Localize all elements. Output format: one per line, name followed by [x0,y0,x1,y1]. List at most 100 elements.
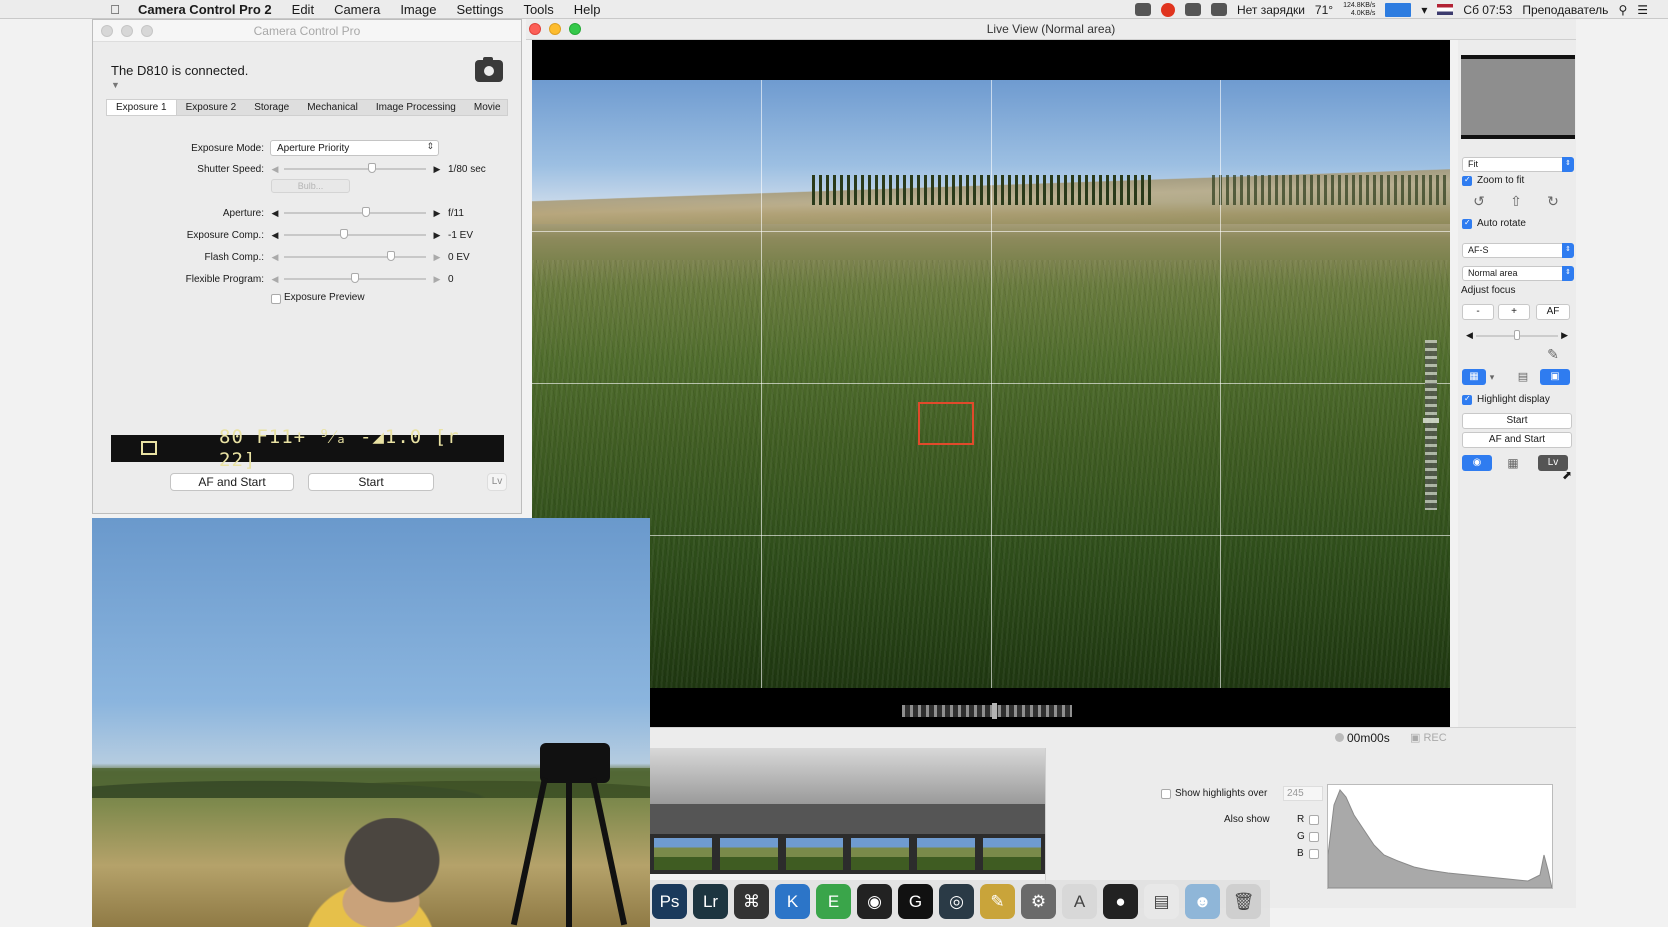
tab-storage[interactable]: Storage [245,100,298,115]
clock[interactable]: Сб 07:53 [1463,3,1512,17]
opera-icon[interactable] [1160,2,1175,17]
eyedropper-icon[interactable]: ✎ [1538,346,1568,362]
rotate-right-icon[interactable]: ↻ [1538,193,1568,209]
virtual-horizon-icon[interactable]: ▣ [1540,369,1570,385]
highlight-display-checkbox[interactable] [1462,394,1472,405]
decrement-arrow-icon[interactable]: ◀ [1466,330,1473,341]
decrement-arrow-icon[interactable]: ◀ [270,208,280,218]
decrement-arrow-icon[interactable]: ◀ [270,274,280,284]
user-name[interactable]: Преподаватель [1522,3,1608,17]
close-button[interactable] [529,23,541,35]
menu-camera[interactable]: Camera [324,2,390,17]
cloud-icon[interactable] [1184,3,1201,16]
zoom-button[interactable] [141,25,153,37]
auto-rotate-checkbox[interactable] [1462,218,1472,229]
document-icon[interactable]: ▤ [1144,884,1179,919]
lens-icon[interactable]: ◎ [939,884,974,919]
tab-mechanical[interactable]: Mechanical [298,100,367,115]
zoom-select[interactable]: Fit ⇕ [1462,157,1574,172]
slider-knob[interactable] [362,207,371,217]
increment-arrow-icon[interactable]: ▶ [432,230,442,240]
camera-app-icon[interactable]: ◉ [857,884,892,919]
channel-b-option[interactable]: B [1297,848,1319,859]
upload-icon[interactable]: ⇧ [1501,193,1531,209]
menu-edit[interactable]: Edit [282,2,324,17]
lightroom-icon[interactable]: Lr [693,884,728,919]
show-highlights-checkbox[interactable] [1161,789,1171,799]
thumbnail[interactable] [785,838,844,870]
slider-knob[interactable] [1514,330,1520,340]
movie-mode-icon[interactable]: ▦ [1498,455,1528,471]
flexible-program-slider[interactable]: ◀ ▶ [270,273,440,285]
wifi-icon[interactable]: ▾ [1421,3,1427,17]
overlay-icon[interactable]: ▤ [1508,369,1538,385]
tab-exposure-1[interactable]: Exposure 1 [107,100,177,115]
obs-icon[interactable]: ● [1103,884,1138,919]
screen-recorder-icon[interactable] [1134,3,1151,16]
tab-exposure-2[interactable]: Exposure 2 [177,100,246,115]
channel-r-checkbox[interactable] [1309,815,1319,825]
pdf-icon[interactable]: A [1062,884,1097,919]
menu-app-name[interactable]: Camera Control Pro 2 [132,2,282,17]
display-icon[interactable] [1385,2,1412,17]
slider-knob[interactable] [368,163,377,173]
increment-arrow-icon[interactable]: ▶ [432,164,442,174]
navigator-thumbnail[interactable] [1461,55,1575,139]
channel-g-option[interactable]: G [1297,831,1319,842]
focus-mode-select[interactable]: AF-S ⇕ [1462,243,1574,258]
spotlight-icon[interactable]: ⚲ [1618,3,1627,17]
exposure-preview-checkbox[interactable] [271,294,281,304]
live-view-canvas[interactable] [532,40,1450,727]
notification-center-icon[interactable]: ☰ [1637,3,1648,17]
rotate-left-icon[interactable]: ↺ [1464,193,1494,209]
lv-button[interactable]: Lv [487,473,507,491]
us-flag-icon[interactable] [1437,4,1454,15]
focus-minus-button[interactable]: - [1462,304,1494,320]
thumbnail[interactable] [851,838,910,870]
panel-af-and-start-button[interactable]: AF and Start [1462,432,1572,448]
aperture-slider[interactable]: ◀ ▶ [270,207,440,219]
increment-arrow-icon[interactable]: ▶ [432,252,442,262]
menu-image[interactable]: Image [390,2,446,17]
decrement-arrow-icon[interactable]: ◀ [270,230,280,240]
exposure-comp-slider[interactable]: ◀ ▶ [270,229,440,241]
rec-button[interactable]: ▣ REC [1410,731,1447,744]
tools-icon[interactable]: ✎ [980,884,1015,919]
zoom-to-fit-checkbox[interactable] [1462,175,1472,186]
apple-icon[interactable]:  [98,2,132,17]
decrement-arrow-icon[interactable]: ◀ [270,164,280,174]
bulb-button[interactable]: Bulb... [271,179,350,193]
siri-icon[interactable] [1210,3,1227,16]
battery-status[interactable]: Нет зарядки [1237,3,1305,17]
shutter-speed-slider[interactable]: ◀ ▶ [270,163,440,175]
highlight-threshold-field[interactable]: 245 [1283,786,1323,801]
thumbnail[interactable] [719,838,778,870]
github-icon[interactable]: G [898,884,933,919]
keyboard-icon[interactable]: ⌘ [734,884,769,919]
minimize-button[interactable] [549,23,561,35]
highlight-display-option[interactable]: Highlight display [1462,394,1550,405]
slider-knob[interactable] [351,273,359,283]
grid-dropdown-icon[interactable]: ▾ [1486,369,1498,385]
disclosure-triangle-icon[interactable]: ▼ [111,80,120,90]
evernote-icon[interactable]: E [816,884,851,919]
panel-start-button[interactable]: Start [1462,413,1572,429]
zoom-to-fit-option[interactable]: Zoom to fit [1462,175,1524,186]
menu-settings[interactable]: Settings [446,2,513,17]
grid-icon[interactable]: ▦ [1462,369,1486,385]
minimize-button[interactable] [121,25,133,37]
finder-icon[interactable]: ☻ [1185,884,1220,919]
decrement-arrow-icon[interactable]: ◀ [270,252,280,262]
focus-plus-button[interactable]: + [1498,304,1530,320]
channel-b-checkbox[interactable] [1309,849,1319,859]
thumbnail[interactable] [983,838,1041,870]
tab-image-processing[interactable]: Image Processing [367,100,465,115]
slider-knob[interactable] [339,229,348,239]
start-button[interactable]: Start [308,473,434,491]
focus-step-slider[interactable]: ◀ ▶ [1466,330,1568,342]
area-mode-select[interactable]: Normal area ⇕ [1462,266,1574,281]
slider-knob[interactable] [386,251,395,261]
flash-comp-slider[interactable]: ◀ ▶ [270,251,440,263]
increment-arrow-icon[interactable]: ▶ [1561,330,1568,341]
menu-help[interactable]: Help [564,2,611,17]
